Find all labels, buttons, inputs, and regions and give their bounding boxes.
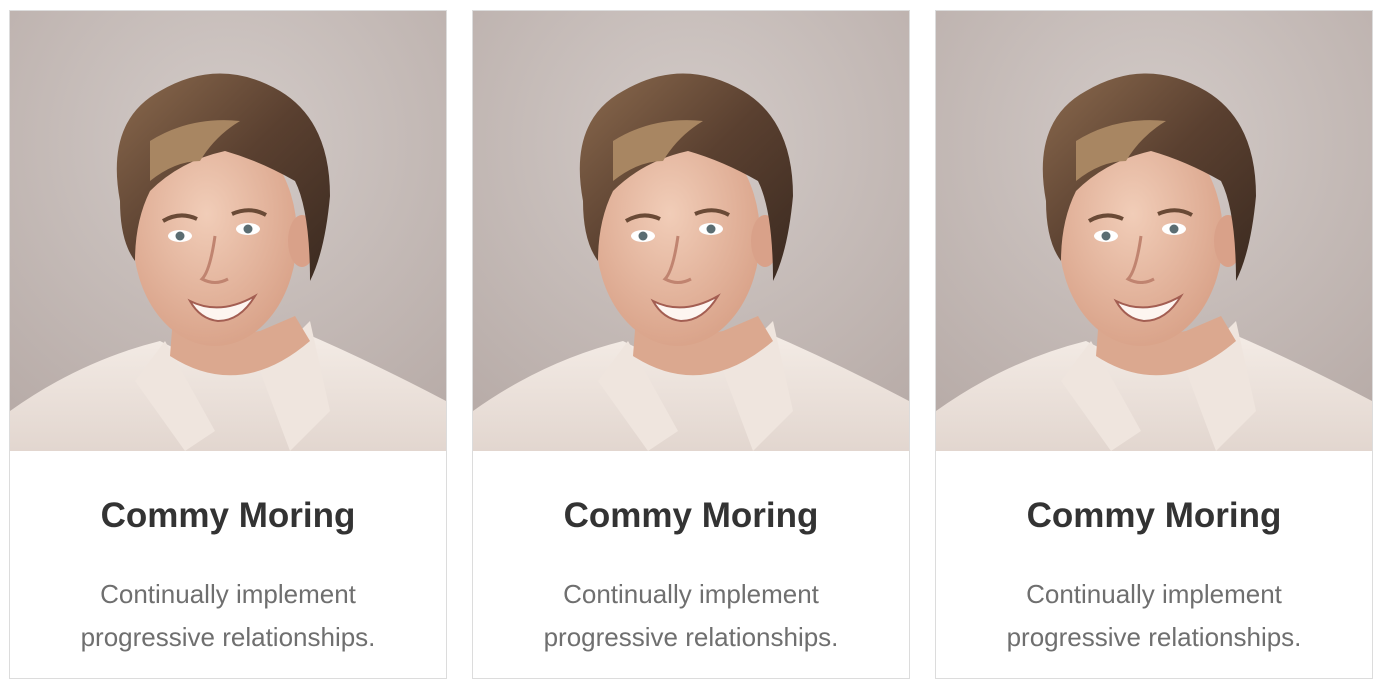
team-member-info: Commy Moring Continually implement progr… <box>936 451 1372 678</box>
team-member-card: Commy Moring Continually implement progr… <box>472 10 910 679</box>
team-member-card: Commy Moring Continually implement progr… <box>935 10 1373 679</box>
team-member-info: Commy Moring Continually implement progr… <box>10 451 446 678</box>
team-member-photo <box>473 11 909 451</box>
team-member-description: Continually implement progressive relati… <box>80 579 376 652</box>
team-member-name: Commy Moring <box>100 496 356 535</box>
team-member-name: Commy Moring <box>1026 496 1282 535</box>
team-member-description: Continually implement progressive relati… <box>543 579 839 652</box>
team-member-description: Continually implement progressive relati… <box>1006 579 1302 652</box>
team-member-info: Commy Moring Continually implement progr… <box>473 451 909 678</box>
team-member-photo <box>936 11 1372 451</box>
team-member-card: Commy Moring Continually implement progr… <box>9 10 447 679</box>
team-member-name: Commy Moring <box>563 496 819 535</box>
team-member-photo <box>10 11 446 451</box>
team-cards: Commy Moring Continually implement progr… <box>0 0 1390 692</box>
